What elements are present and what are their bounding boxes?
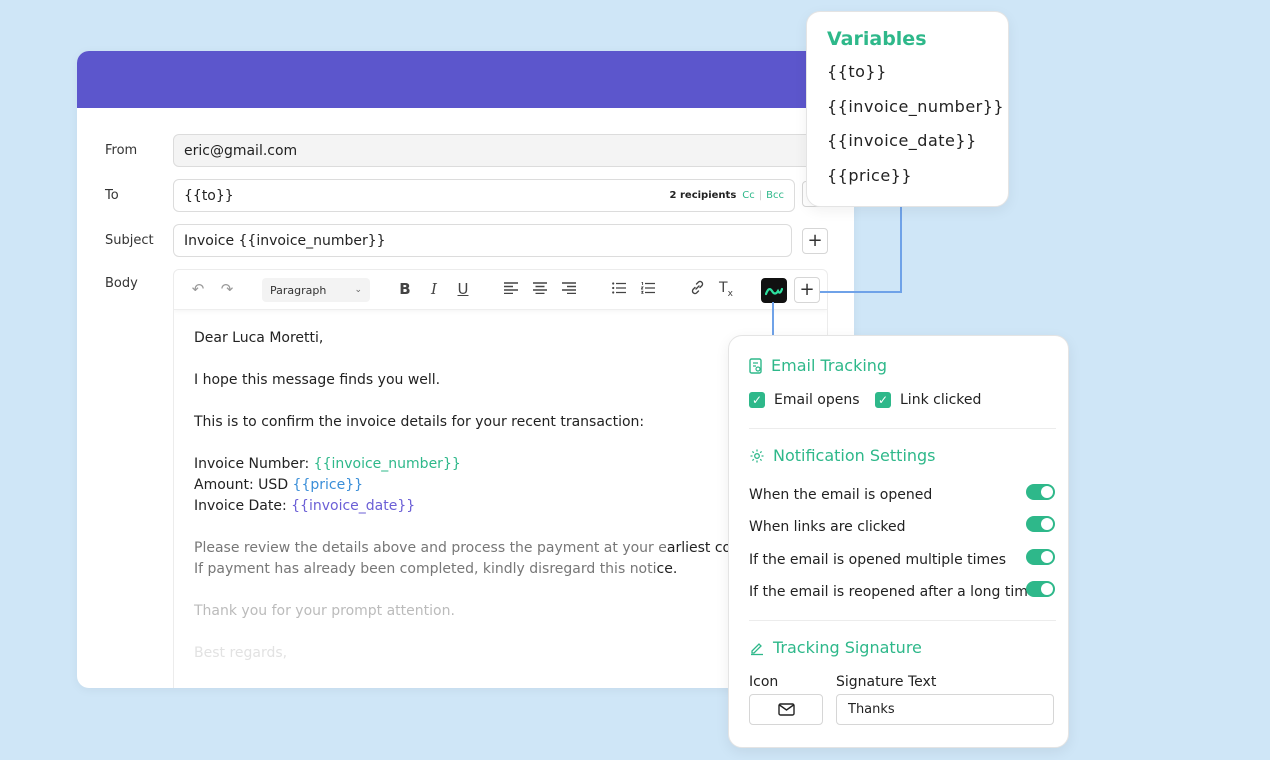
tracking-signature-header: Tracking Signature <box>749 638 922 657</box>
undo-icon[interactable]: ↶ <box>188 280 208 298</box>
signature-text-value: Thanks <box>848 702 895 717</box>
clear-format-icon[interactable]: Tx <box>716 280 736 299</box>
subject-label: Subject <box>105 233 154 248</box>
redo-icon[interactable]: ↷ <box>217 280 237 298</box>
setting-reopened-label: If the email is reopened after a long ti… <box>749 584 1037 600</box>
invoice-date-label: Invoice Date: <box>194 498 292 514</box>
subject-value: Invoice {{invoice_number}} <box>184 232 386 249</box>
icon-label: Icon <box>749 674 779 690</box>
check-icon: ✓ <box>875 392 891 408</box>
payment-paragraph: Please review the details above and proc… <box>194 538 807 580</box>
bold-icon[interactable]: B <box>395 280 415 298</box>
pen-icon <box>751 642 763 655</box>
setting-reopened-toggle[interactable] <box>1026 581 1055 597</box>
bcc-link[interactable]: Bcc <box>766 190 784 201</box>
variable-item[interactable]: {{invoice_number}} <box>827 93 1004 128</box>
compose-header <box>77 51 854 108</box>
invoice-number-var: {{invoice_number}} <box>313 456 461 472</box>
setting-multiple-toggle[interactable] <box>1026 549 1055 565</box>
connector-horizontal <box>820 291 902 293</box>
setting-opened-label: When the email is opened <box>749 487 933 503</box>
link-clicked-checkbox[interactable]: ✓ Link clicked <box>875 392 981 408</box>
numbered-list-icon[interactable] <box>638 280 658 298</box>
email-tracking-header: Email Tracking <box>749 356 887 375</box>
underline-icon[interactable]: U <box>453 280 473 298</box>
setting-opened-toggle[interactable] <box>1026 484 1055 500</box>
italic-icon[interactable]: I <box>424 280 444 298</box>
gear-icon <box>750 449 764 462</box>
signature-text-label: Signature Text <box>836 674 937 690</box>
variables-button[interactable] <box>761 278 787 303</box>
notification-settings-title: Notification Settings <box>773 446 936 465</box>
paid-line: If payment has already been completed, k… <box>194 559 807 580</box>
variable-item[interactable]: {{invoice_date}} <box>827 127 988 162</box>
variables-popover: Variables {{to}} {{invoice_number}} {{in… <box>806 11 1009 207</box>
link-icon[interactable] <box>687 280 707 299</box>
paragraph-select-value: Paragraph <box>270 283 327 297</box>
mail-icon <box>777 703 795 716</box>
from-field[interactable]: eric@gmail.com <box>173 134 813 167</box>
connector-vertical-bottom <box>772 302 774 336</box>
invoice-details: Invoice Number: {{invoice_number}} Amoun… <box>194 454 807 517</box>
invoice-date-var: {{invoice_date}} <box>291 498 416 514</box>
signature-text-input[interactable]: Thanks <box>836 694 1054 725</box>
price-var: {{price}} <box>292 477 364 493</box>
invoice-number-row: Invoice Number: {{invoice_number}} <box>194 454 807 475</box>
thanks-line: Thank you for your prompt attention. <box>194 603 455 619</box>
paid-text-b: ce. <box>656 561 678 577</box>
from-value: eric@gmail.com <box>184 142 298 159</box>
subject-add-button[interactable]: + <box>802 228 828 254</box>
paid-text-a: If payment has already been completed, k… <box>194 561 657 577</box>
link-clicked-label: Link clicked <box>900 392 982 408</box>
regards-line: Best regards, <box>194 645 288 661</box>
notification-settings-header: Notification Settings <box>749 446 936 465</box>
variable-item[interactable]: {{price}} <box>827 162 988 197</box>
tracking-panel: Email Tracking ✓ Email opens ✓ Link clic… <box>728 335 1069 748</box>
chevron-down-icon: ⌄ <box>354 285 362 295</box>
variables-title: Variables <box>827 28 927 50</box>
report-icon <box>749 357 762 374</box>
email-tracking-title: Email Tracking <box>771 356 888 375</box>
check-icon: ✓ <box>749 392 765 408</box>
wave-logo-icon <box>765 287 783 295</box>
bullet-list-icon[interactable] <box>609 280 629 298</box>
variable-item[interactable]: {{to}} <box>827 58 988 93</box>
invoice-date-row: Invoice Date: {{invoice_date}} <box>194 496 807 517</box>
recipients-count: 2 recipients <box>669 190 737 201</box>
amount-row: Amount: USD {{price}} <box>194 475 807 496</box>
setting-multiple-label: If the email is opened multiple times <box>749 552 1007 568</box>
divider <box>749 428 1056 429</box>
email-opens-label: Email opens <box>774 392 860 408</box>
body-line-2: This is to confirm the invoice details f… <box>194 414 645 430</box>
cc-link[interactable]: Cc <box>742 190 754 201</box>
setting-links-toggle[interactable] <box>1026 516 1055 532</box>
connector-vertical-top <box>900 206 902 293</box>
review-text-a: Please review the details above and proc… <box>194 540 667 556</box>
subject-field[interactable]: Invoice {{invoice_number}} <box>173 224 792 257</box>
toolbar-add-button[interactable]: + <box>794 277 820 303</box>
editor-toolbar: ↶ ↷ Paragraph ⌄ B I U Tx + <box>174 270 827 310</box>
from-label: From <box>105 143 138 158</box>
email-opens-checkbox[interactable]: ✓ Email opens <box>749 392 860 408</box>
setting-links-label: When links are clicked <box>749 519 906 535</box>
invoice-number-label: Invoice Number: <box>194 456 314 472</box>
to-value: {{to}} <box>184 187 234 204</box>
body-line-1: I hope this message finds you well. <box>194 372 441 388</box>
tracking-signature-title: Tracking Signature <box>773 638 922 657</box>
to-field[interactable]: {{to}} 2 recipients Cc | Bcc <box>173 179 795 212</box>
paragraph-select[interactable]: Paragraph ⌄ <box>262 278 370 302</box>
cc-bcc-separator: | <box>758 190 763 201</box>
signature-icon-select[interactable] <box>749 694 823 725</box>
body-label: Body <box>105 276 138 291</box>
greeting-line: Dear Luca Moretti, <box>194 330 324 346</box>
align-right-icon[interactable] <box>559 280 579 298</box>
align-center-icon[interactable] <box>530 280 550 298</box>
divider <box>749 620 1056 621</box>
to-label: To <box>105 188 119 203</box>
review-line: Please review the details above and proc… <box>194 538 807 559</box>
amount-label: Amount: USD <box>194 477 293 493</box>
align-left-icon[interactable] <box>501 280 521 298</box>
